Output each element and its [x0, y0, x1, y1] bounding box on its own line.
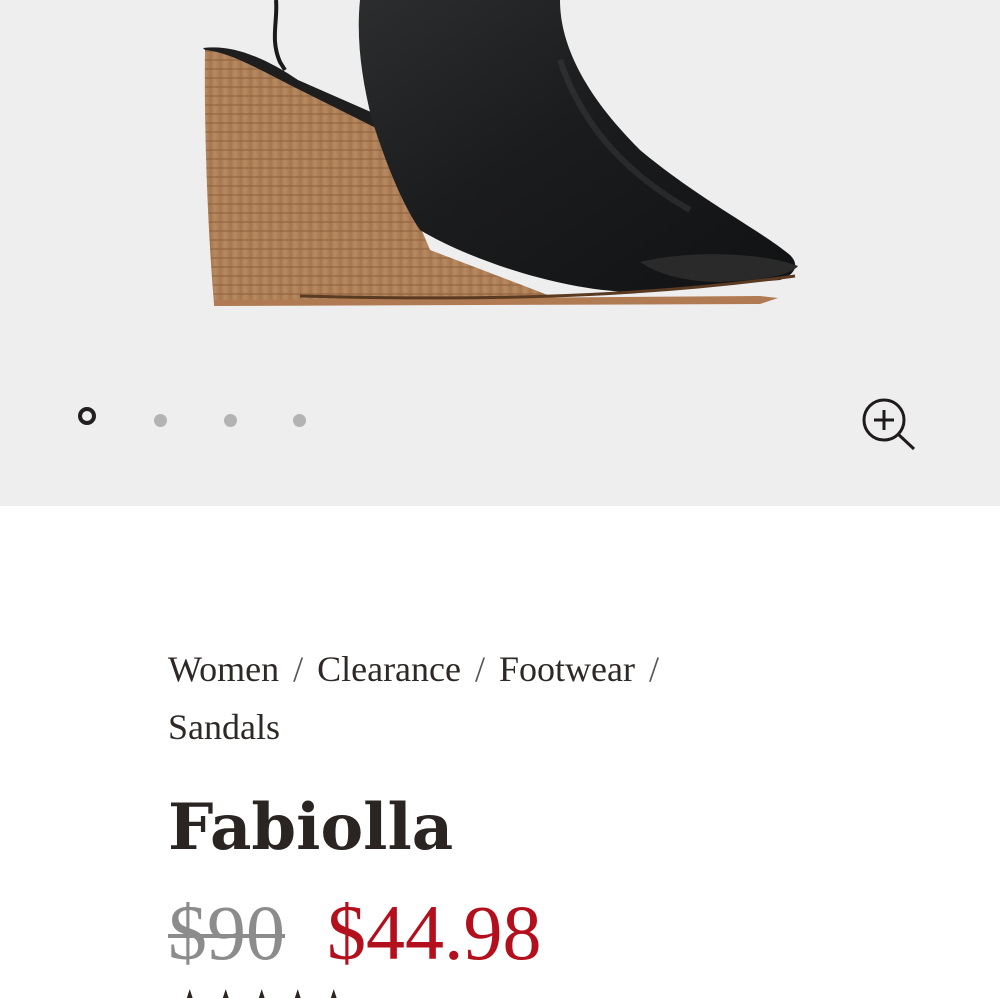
product-info: Women / Clearance / Footwear / Sandals Fabioll… [168, 640, 808, 998]
product-image-gallery[interactable] [0, 0, 1000, 506]
star-icon: ★ [242, 985, 281, 998]
star-icon: ★ [278, 985, 317, 998]
breadcrumb-separator: / [475, 649, 486, 689]
sale-price: $44.98 [327, 889, 542, 976]
rating-stars[interactable]: ★★★★★ [170, 985, 350, 998]
zoom-in-icon[interactable] [858, 394, 920, 456]
breadcrumb: Women / Clearance / Footwear / Sandals [168, 640, 808, 756]
price-block: $90 $44.98 [168, 888, 542, 978]
product-image [203, 0, 798, 306]
breadcrumb-clearance[interactable]: Clearance [317, 649, 461, 689]
product-title: Fabiolla [168, 790, 454, 865]
original-price: $90 [168, 889, 285, 976]
breadcrumb-women[interactable]: Women [168, 649, 279, 689]
carousel-dot-4[interactable] [293, 414, 306, 427]
carousel-dot-1[interactable] [78, 407, 96, 425]
star-icon: ★ [314, 985, 350, 998]
star-icon: ★ [206, 985, 245, 998]
carousel-dot-2[interactable] [154, 414, 167, 427]
breadcrumb-footwear[interactable]: Footwear [499, 649, 635, 689]
breadcrumb-separator: / [648, 649, 659, 689]
carousel-dot-3[interactable] [224, 414, 237, 427]
breadcrumb-sandals[interactable]: Sandals [168, 707, 280, 747]
breadcrumb-separator: / [293, 649, 304, 689]
star-icon: ★ [170, 985, 209, 998]
